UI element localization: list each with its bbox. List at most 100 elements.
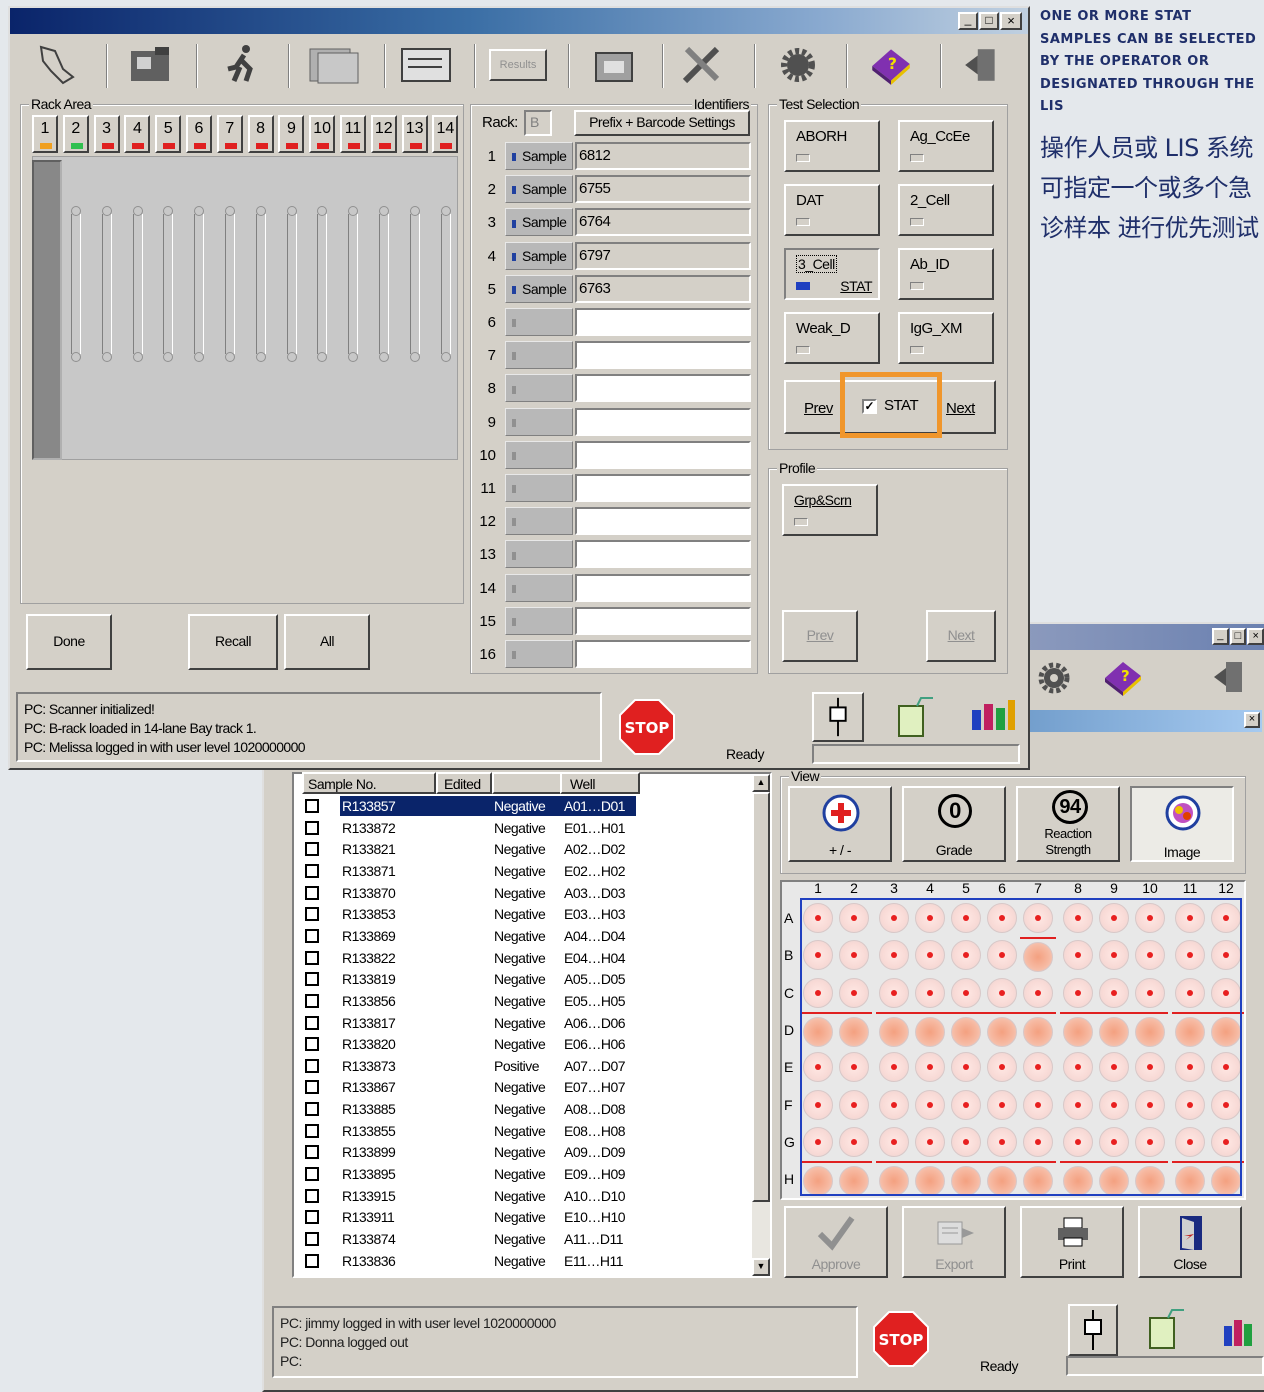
load-window-controls[interactable]: _ □ ×: [958, 12, 1024, 30]
plate-well[interactable]: [1132, 1011, 1168, 1048]
help-book-icon[interactable]: ?: [1099, 654, 1149, 702]
rack-column-button[interactable]: 8: [247, 115, 274, 153]
back-tubes-icon[interactable]: [1222, 1306, 1264, 1356]
row-checkbox[interactable]: [305, 1123, 319, 1138]
table-row[interactable]: R133819 Negative A05…D05: [302, 969, 762, 991]
plate-well[interactable]: [1060, 937, 1096, 973]
plate-well[interactable]: [1096, 937, 1132, 973]
sample-type-tag[interactable]: [505, 407, 573, 436]
rack-column-button[interactable]: 4: [124, 115, 151, 153]
plate-well[interactable]: [1172, 1049, 1208, 1085]
sample-barcode-input[interactable]: [575, 374, 751, 403]
plate-well[interactable]: [1060, 1049, 1096, 1085]
plate-well[interactable]: [1208, 1049, 1244, 1085]
plate-well[interactable]: [1132, 1124, 1168, 1160]
plate-well[interactable]: [836, 1011, 872, 1048]
header-result[interactable]: [492, 772, 562, 794]
header-edited[interactable]: Edited: [436, 772, 492, 794]
plate-well[interactable]: [1132, 937, 1168, 973]
plate-well[interactable]: [800, 975, 836, 1011]
plate-well[interactable]: [876, 1124, 912, 1160]
row-checkbox[interactable]: [305, 799, 319, 813]
plate-well[interactable]: [800, 1124, 836, 1160]
run-icon[interactable]: [212, 40, 272, 90]
plate-well[interactable]: [1172, 1124, 1208, 1160]
plate-well[interactable]: [1172, 900, 1208, 936]
table-row[interactable]: R133853 Negative E03…H03: [302, 904, 762, 926]
sample-barcode-input[interactable]: [575, 507, 751, 536]
plate-well[interactable]: [948, 900, 984, 936]
header-well[interactable]: Well: [560, 772, 640, 794]
row-checkbox[interactable]: [305, 907, 319, 922]
table-row[interactable]: R133895 Negative E09…H09: [302, 1164, 762, 1186]
plate-well[interactable]: [836, 937, 872, 973]
reaction-strength-button[interactable]: 94 Reaction Strength: [1016, 786, 1120, 862]
back-stop-button[interactable]: STOP: [872, 1310, 930, 1368]
plate-well[interactable]: [1172, 1161, 1208, 1197]
plate-well[interactable]: [912, 1161, 948, 1197]
sample-barcode-input[interactable]: [575, 341, 751, 370]
row-checkbox[interactable]: [305, 1188, 319, 1203]
row-checkbox[interactable]: [305, 928, 319, 943]
plate-well[interactable]: [912, 975, 948, 1011]
plate-well[interactable]: [1132, 1161, 1168, 1197]
table-row[interactable]: R133855 Negative E08…H08: [302, 1121, 762, 1143]
plate-well[interactable]: [912, 900, 948, 936]
plate-well[interactable]: [1132, 1049, 1168, 1085]
plate-well[interactable]: [984, 937, 1020, 973]
table-row[interactable]: R133822 Negative E04…H04: [302, 948, 762, 970]
sample-barcode-input[interactable]: [575, 474, 751, 502]
plate-well[interactable]: [948, 975, 984, 1011]
plate-well[interactable]: [1132, 975, 1168, 1011]
table-row[interactable]: R133870 Negative A03…D03: [302, 883, 762, 905]
load-icon[interactable]: [26, 40, 86, 90]
row-checkbox[interactable]: [305, 1253, 319, 1268]
reagent-icon[interactable]: [890, 692, 942, 742]
plate-well[interactable]: [800, 937, 836, 973]
plate-well[interactable]: [876, 975, 912, 1011]
rack-icon[interactable]: [120, 40, 180, 90]
rack-column-button[interactable]: 10: [309, 115, 336, 153]
plate-well[interactable]: [1208, 1087, 1244, 1123]
row-checkbox[interactable]: [305, 885, 319, 900]
rack-column-button[interactable]: 11: [340, 115, 366, 153]
sample-type-tag[interactable]: [505, 573, 573, 602]
plate-well[interactable]: [836, 1087, 872, 1123]
test-button[interactable]: ABORH: [784, 120, 880, 172]
profile-prev-button[interactable]: Prev: [782, 610, 858, 662]
table-row[interactable]: R133820 Negative E06…H06: [302, 1034, 762, 1056]
rack-column-button[interactable]: 12: [370, 115, 397, 153]
rack-column-button[interactable]: 2: [62, 115, 89, 153]
table-row[interactable]: R133821 Negative A02…D02: [302, 839, 762, 861]
row-checkbox[interactable]: [305, 1232, 319, 1246]
test-button[interactable]: IgG_XM: [898, 312, 994, 364]
plate-well[interactable]: [1020, 1049, 1056, 1085]
tubes-icon[interactable]: [968, 690, 1020, 740]
approve-button[interactable]: Approve: [784, 1206, 888, 1278]
plate-well[interactable]: [836, 1124, 872, 1160]
table-row[interactable]: R133885 Negative A08…D08: [302, 1099, 762, 1121]
export-button[interactable]: Export: [902, 1206, 1006, 1278]
recall-button[interactable]: Recall: [188, 614, 278, 670]
plate-well[interactable]: [1060, 1087, 1096, 1123]
plate-well[interactable]: [1172, 975, 1208, 1011]
row-checkbox[interactable]: [305, 1167, 319, 1182]
row-checkbox[interactable]: [305, 1080, 319, 1095]
back-pipette-icon[interactable]: [1068, 1304, 1118, 1356]
plate-well[interactable]: [912, 1124, 948, 1160]
plate-well[interactable]: [984, 1161, 1020, 1197]
sample-barcode-input[interactable]: [575, 540, 751, 569]
table-row[interactable]: R133871 Negative E02…H02: [302, 861, 762, 883]
table-row[interactable]: R133872 Negative E01…H01: [302, 818, 762, 840]
test-prev-label[interactable]: Prev: [804, 400, 833, 417]
table-row[interactable]: R133911 Negative E10…H10: [302, 1207, 762, 1229]
sample-type-tag[interactable]: Sample: [505, 274, 573, 303]
results-window-controls[interactable]: _ □ ×: [1212, 628, 1264, 646]
plate-well[interactable]: [836, 1049, 872, 1085]
sample-barcode-input[interactable]: 6763: [575, 274, 751, 303]
row-checkbox[interactable]: [305, 820, 319, 835]
plate-well[interactable]: [1132, 900, 1168, 936]
plate-well[interactable]: [800, 1087, 836, 1123]
sample-type-tag[interactable]: [505, 341, 573, 370]
sample-barcode-input[interactable]: [575, 308, 751, 336]
